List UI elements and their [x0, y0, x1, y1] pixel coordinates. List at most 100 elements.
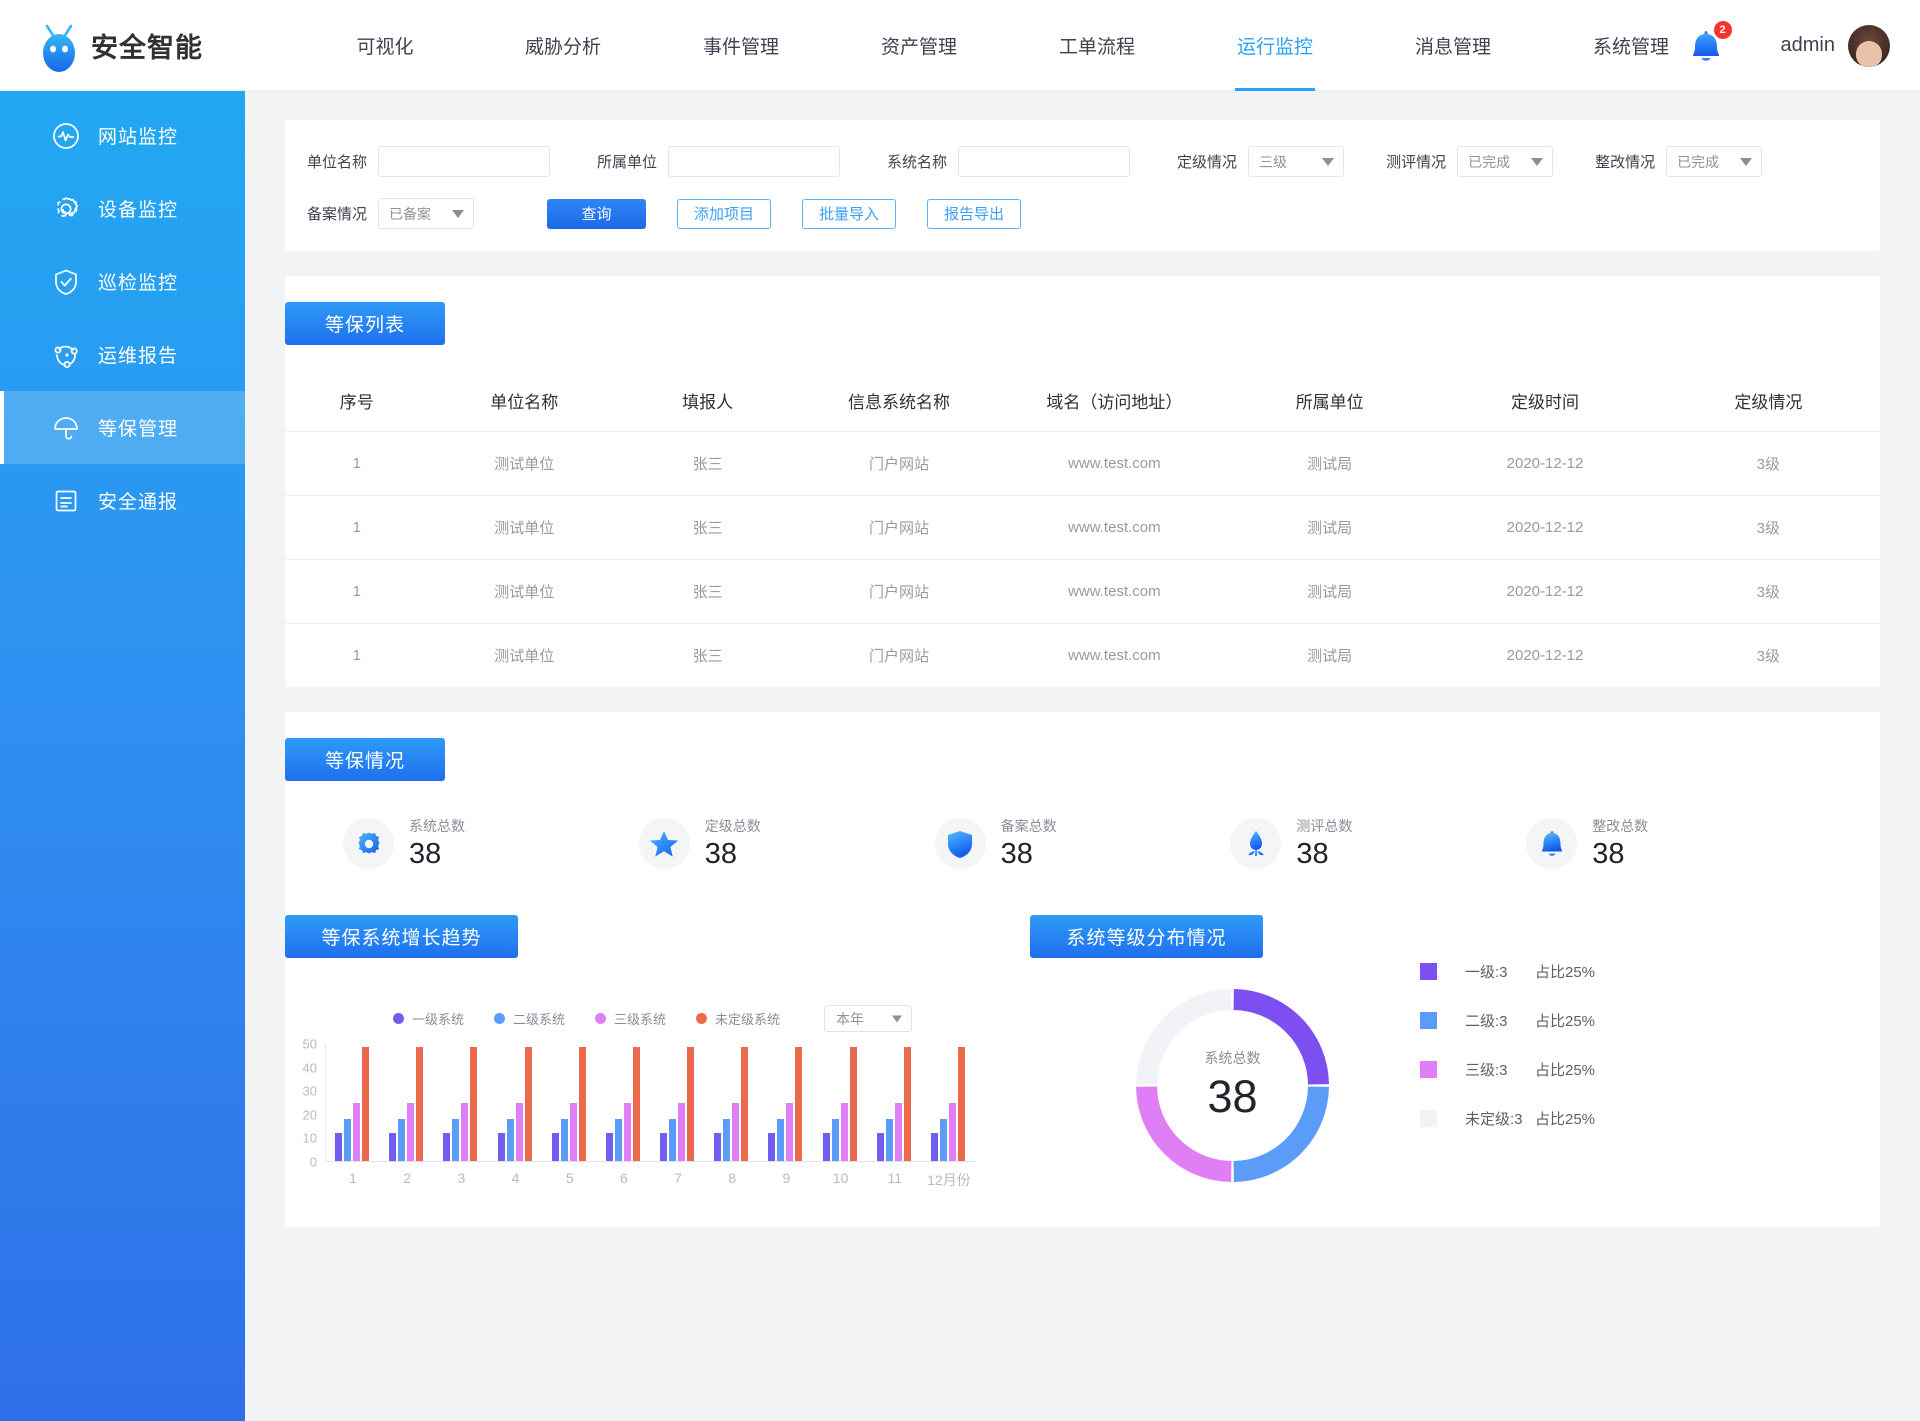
cell-grade-time: 2020-12-12: [1433, 559, 1657, 624]
x-axis-tick: 1: [349, 1170, 357, 1186]
nav-item-operation-monitoring[interactable]: 运行监控: [1186, 0, 1364, 91]
col-grade-time: 定级时间: [1433, 370, 1657, 432]
legend-item-level2[interactable]: 二级系统: [493, 1009, 565, 1028]
unit-name-input[interactable]: [378, 146, 551, 177]
nav-item-event-management[interactable]: 事件管理: [652, 0, 830, 91]
legend-label: 未定级:3: [1465, 1111, 1523, 1128]
donut-legend-item-ungraded[interactable]: 未定级:3 占比25%: [1420, 1102, 1595, 1135]
nav-item-workflow[interactable]: 工单流程: [1008, 0, 1186, 91]
shield-icon: [934, 818, 986, 869]
flower-icon: [1230, 818, 1282, 869]
tab-grade-protection-status[interactable]: 等保情况: [285, 738, 445, 781]
y-axis-tick: 40: [302, 1060, 317, 1076]
bar: [723, 1118, 731, 1161]
report-export-button[interactable]: 报告导出: [927, 198, 1022, 229]
sidebar-item-label: 运维报告: [98, 346, 179, 367]
cell-unit-name: 测试单位: [494, 648, 555, 665]
notification-bell-button[interactable]: 2: [1683, 20, 1732, 69]
nav-item-asset-management[interactable]: 资产管理: [830, 0, 1008, 91]
legend-item-level3[interactable]: 三级系统: [595, 1009, 666, 1028]
bar: [687, 1046, 695, 1161]
bar: [732, 1103, 740, 1161]
stat-label: 系统总数: [409, 818, 465, 834]
x-axis-tick: 8: [728, 1170, 737, 1186]
eval-status-select[interactable]: 已完成: [1457, 146, 1554, 177]
legend-color-swatch: [595, 1013, 606, 1024]
nav-label: 资产管理: [880, 36, 957, 58]
donut-legend-item-level1[interactable]: 一级:3 占比25%: [1420, 955, 1595, 988]
y-axis-tick: 0: [309, 1154, 317, 1170]
belong-unit-label: 所属单位: [597, 154, 658, 171]
legend-item-level1[interactable]: 一级系统: [392, 1009, 464, 1028]
document-icon: [50, 485, 82, 517]
cell-reporter: 张三: [619, 495, 796, 560]
sidebar-item-grade-protection-management[interactable]: 等保管理: [0, 391, 245, 464]
bar: [741, 1046, 749, 1161]
nav-item-message-management[interactable]: 消息管理: [1364, 0, 1542, 91]
add-item-button[interactable]: 添加项目: [677, 198, 772, 229]
belong-unit-input[interactable]: [668, 146, 841, 177]
legend-label: 三级系统: [614, 1012, 667, 1027]
top-navigation-bar: 安全智能 可视化 威胁分析 事件管理 资产管理 工单流程 运行监控 消息管理 系…: [0, 0, 1920, 91]
bar: [614, 1118, 622, 1161]
cell-system-name: 门户网站: [795, 559, 1003, 624]
col-unit-name: 单位名称: [428, 370, 620, 432]
year-range-value: 本年: [836, 1010, 865, 1027]
bar: [831, 1118, 839, 1161]
y-axis-tick: 10: [302, 1130, 317, 1146]
bar: [930, 1132, 938, 1161]
bar: [470, 1046, 478, 1161]
legend-percent: 占比25%: [1535, 964, 1596, 981]
avatar[interactable]: [1848, 24, 1890, 67]
bar: [416, 1046, 424, 1161]
sidebar-item-website-monitoring[interactable]: 网站监控: [0, 99, 245, 172]
nav-item-visualization[interactable]: 可视化: [296, 0, 474, 91]
bar: [849, 1046, 857, 1161]
cell-index: 1: [352, 647, 361, 664]
table-row[interactable]: 1 测试单位 张三 门户网站 www.test.com 测试局 2020-12-…: [285, 624, 1880, 688]
sidebar-item-security-bulletin[interactable]: 安全通报: [0, 464, 245, 537]
table-row[interactable]: 1 测试单位 张三 门户网站 www.test.com 测试局 2020-12-…: [285, 495, 1880, 560]
table-row[interactable]: 1 测试单位 张三 门户网站 www.test.com 测试局 2020-12-…: [285, 431, 1880, 496]
sidebar-item-label: 网站监控: [98, 127, 179, 148]
cell-system-name: 门户网站: [795, 431, 1003, 496]
donut-chart: 系统总数 38: [1125, 978, 1340, 1193]
rectify-status-select[interactable]: 已完成: [1666, 146, 1763, 177]
sidebar-item-device-monitoring[interactable]: 设备监控: [0, 172, 245, 245]
cell-grade-status: 3级: [1656, 559, 1880, 624]
grade-status-select[interactable]: 三级: [1248, 146, 1345, 177]
donut-legend-item-level2[interactable]: 二级:3 占比25%: [1420, 1004, 1595, 1037]
batch-import-button[interactable]: 批量导入: [802, 198, 897, 229]
cell-grade-time: 2020-12-12: [1506, 647, 1584, 664]
query-button[interactable]: 查询: [547, 198, 647, 229]
record-status-select[interactable]: 已备案: [378, 198, 475, 229]
stat-total-rectified: 整改总数 38: [1526, 816, 1822, 871]
bar: [524, 1046, 532, 1161]
table-row[interactable]: 1 测试单位 张三 门户网站 www.test.com 测试局 2020-12-…: [285, 559, 1880, 624]
chevron-down-icon: [1322, 157, 1335, 166]
filter-panel: 单位名称 所属单位 系统名称 定级情况 三级 测评情况 已完成 整改情况 已完成…: [285, 120, 1880, 251]
legend-label: 一级:3: [1465, 964, 1508, 981]
year-range-select[interactable]: 本年: [824, 1005, 913, 1032]
gear-icon: [343, 818, 394, 869]
tab-growth-trend[interactable]: 等保系统增长趋势: [285, 915, 518, 958]
sidebar-item-inspection-monitoring[interactable]: 巡检监控: [0, 245, 245, 318]
legend-item-ungraded[interactable]: 未定级系统: [696, 1009, 780, 1028]
tab-level-distribution[interactable]: 系统等级分布情况: [1030, 915, 1263, 958]
cell-belong-unit: 测试局: [1226, 431, 1434, 496]
bar: [578, 1046, 586, 1161]
donut-center: 系统总数 38: [1125, 978, 1340, 1193]
sidebar-item-label: 安全通报: [98, 492, 179, 513]
cell-domain: www.test.com: [1002, 495, 1227, 560]
legend-color-swatch: [493, 1013, 505, 1024]
x-axis-tick: 3: [457, 1170, 466, 1186]
rectify-status-value: 已完成: [1677, 153, 1720, 170]
nav-item-threat-analysis[interactable]: 威胁分析: [474, 0, 652, 91]
rectify-status-label: 整改情况: [1595, 154, 1656, 171]
cell-index: 1: [285, 559, 429, 624]
system-name-input[interactable]: [958, 146, 1131, 177]
tab-grade-protection-list[interactable]: 等保列表: [285, 302, 445, 345]
donut-legend-item-level3[interactable]: 三级:3 占比25%: [1420, 1053, 1595, 1086]
nav-items: 可视化 威胁分析 事件管理 资产管理 工单流程 运行监控 消息管理 系统管理: [296, 0, 1720, 91]
sidebar-item-ops-report[interactable]: 运维报告: [0, 318, 245, 391]
